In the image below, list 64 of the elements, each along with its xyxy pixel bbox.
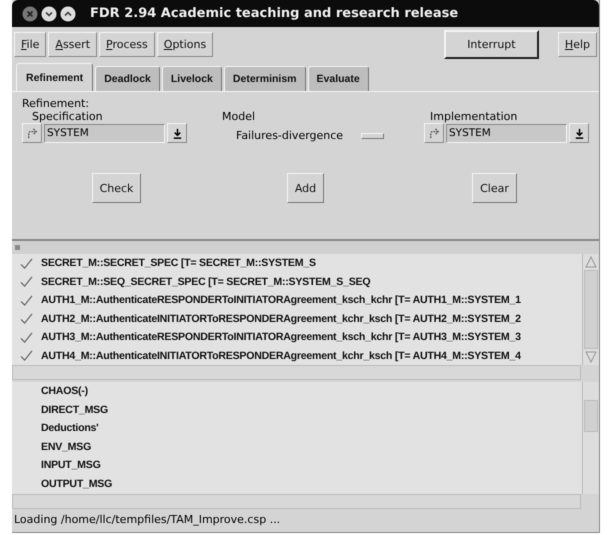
menu-button[interactable]: Process bbox=[99, 32, 155, 56]
tab[interactable]: Evaluate bbox=[308, 66, 369, 91]
process-row[interactable]: ENV_MSG bbox=[12, 438, 582, 456]
specification-field[interactable]: SYSTEM bbox=[44, 124, 165, 142]
assertion-row[interactable]: AUTH1_M::AuthenticateRESPONDERToINITIATORAgreement_ksch_kchr [T= AUTH1_M::SYSTEM_1 bbox=[12, 291, 582, 310]
process-name: DIRECT_MSG bbox=[41, 404, 108, 416]
pane-handle[interactable] bbox=[15, 245, 20, 250]
model-label: Model bbox=[222, 110, 256, 123]
assertion-text: SECRET_M::SECRET_SPEC [T= SECRET_M::SYSTEM_S bbox=[41, 257, 316, 270]
assertion-text: AUTH4_M::AuthenticateINITIATORToRESPONDERAgreement_kchr_ksch [T= AUTH4_M::SYSTEM_4 bbox=[41, 350, 521, 362]
status-text: Loading /home/llc/tempfiles/TAM_Improve.csp ... bbox=[14, 513, 280, 526]
action-button[interactable]: Add bbox=[286, 173, 324, 203]
process-name: INPUT_MSG bbox=[41, 459, 101, 472]
process-row[interactable]: Deductions' bbox=[12, 419, 582, 438]
assertion-row[interactable]: SECRET_M::SEQ_SECRET_SPEC [T= SECRET_M::SYSTEM_S_SEQ bbox=[12, 272, 582, 291]
process-row[interactable]: CHAOS(-) bbox=[12, 382, 582, 400]
process-name: ENV_MSG bbox=[41, 440, 92, 453]
assertion-text: SECRET_M::SEQ_SECRET_SPEC [T= SECRET_M::SYSTEM_S_SEQ bbox=[41, 276, 370, 288]
help-menu-button[interactable]: Help bbox=[558, 32, 597, 56]
implementation-field[interactable]: SYSTEM bbox=[446, 124, 567, 142]
option-menu-button[interactable] bbox=[361, 132, 384, 138]
curved-arrow-icon bbox=[428, 126, 440, 140]
assertion-row[interactable]: SECRET_M::SECRET_SPEC [T= SECRET_M::SYSTEM_S bbox=[12, 254, 582, 272]
assertion-row[interactable]: AUTH2_M::AuthenticateINITIATORToRESPONDERAgreement_kchr_ksch [T= AUTH2_M::SYSTEM_2 bbox=[12, 310, 582, 328]
action-button[interactable]: Check bbox=[92, 173, 142, 203]
horizontal-scrollbar[interactable] bbox=[12, 494, 581, 509]
arrow-button[interactable] bbox=[22, 123, 42, 143]
tab[interactable]: Deadlock bbox=[95, 66, 160, 91]
vertical-scrollbar[interactable] bbox=[582, 254, 599, 365]
process-name: OUTPUT_MSG bbox=[41, 478, 112, 490]
arrow-button[interactable] bbox=[424, 123, 444, 143]
scroll-up-icon[interactable] bbox=[585, 256, 597, 268]
curved-arrow-icon bbox=[26, 126, 38, 140]
assertion-text: AUTH3_M::AuthenticateRESPONDERToINITIATORAgreement_ksch_kchr [T= AUTH3_M::SYSTEM_3 bbox=[41, 331, 521, 344]
menu-button[interactable]: Options bbox=[156, 32, 214, 56]
tab[interactable]: Livelock bbox=[162, 66, 222, 91]
tab[interactable]: Refinement bbox=[16, 63, 94, 91]
dropdown-button[interactable] bbox=[167, 123, 187, 143]
maximize-icon[interactable] bbox=[60, 6, 76, 22]
implementation-label: Implementation bbox=[430, 110, 518, 123]
process-row[interactable]: INPUT_MSG bbox=[12, 456, 582, 474]
vertical-scrollbar[interactable] bbox=[582, 382, 599, 494]
action-button[interactable]: Clear bbox=[472, 173, 517, 203]
assertion-row[interactable]: AUTH3_M::AuthenticateRESPONDERToINITIATORAgreement_ksch_kchr [T= AUTH3_M::SYSTEM_3 bbox=[12, 328, 582, 346]
horizontal-scrollbar[interactable] bbox=[12, 365, 581, 380]
process-row[interactable]: OUTPUT_MSG bbox=[12, 474, 582, 493]
minimize-icon[interactable] bbox=[41, 6, 57, 22]
close-icon[interactable] bbox=[22, 6, 38, 22]
process-name: Deductions' bbox=[41, 422, 98, 434]
menu-button[interactable]: File bbox=[14, 32, 46, 56]
model-value: Failures-divergence bbox=[236, 129, 344, 142]
assertion-text: AUTH2_M::AuthenticateINITIATORToRESPONDERAgreement_kchr_ksch [T= AUTH2_M::SYSTEM_2 bbox=[41, 312, 521, 325]
window-title: FDR 2.94 Academic teaching and research release bbox=[90, 6, 458, 21]
interrupt-button[interactable]: Interrupt bbox=[444, 30, 539, 58]
section-heading: Refinement: bbox=[22, 97, 90, 110]
scroll-down-icon[interactable] bbox=[585, 351, 597, 363]
menu-button[interactable]: Assert bbox=[48, 32, 98, 56]
specification-label: Specification bbox=[32, 110, 104, 123]
process-row[interactable]: DIRECT_MSG bbox=[12, 400, 582, 419]
process-name: CHAOS(-) bbox=[41, 385, 88, 398]
assertion-text: AUTH1_M::AuthenticateRESPONDERToINITIATORAgreement_ksch_kchr [T= AUTH1_M::SYSTEM_1 bbox=[41, 294, 521, 306]
assertion-row[interactable]: AUTH4_M::AuthenticateINITIATORToRESPONDERAgreement_kchr_ksch [T= AUTH4_M::SYSTEM_4 bbox=[12, 346, 582, 365]
tab[interactable]: Determinism bbox=[224, 66, 306, 91]
dropdown-button[interactable] bbox=[569, 123, 589, 143]
